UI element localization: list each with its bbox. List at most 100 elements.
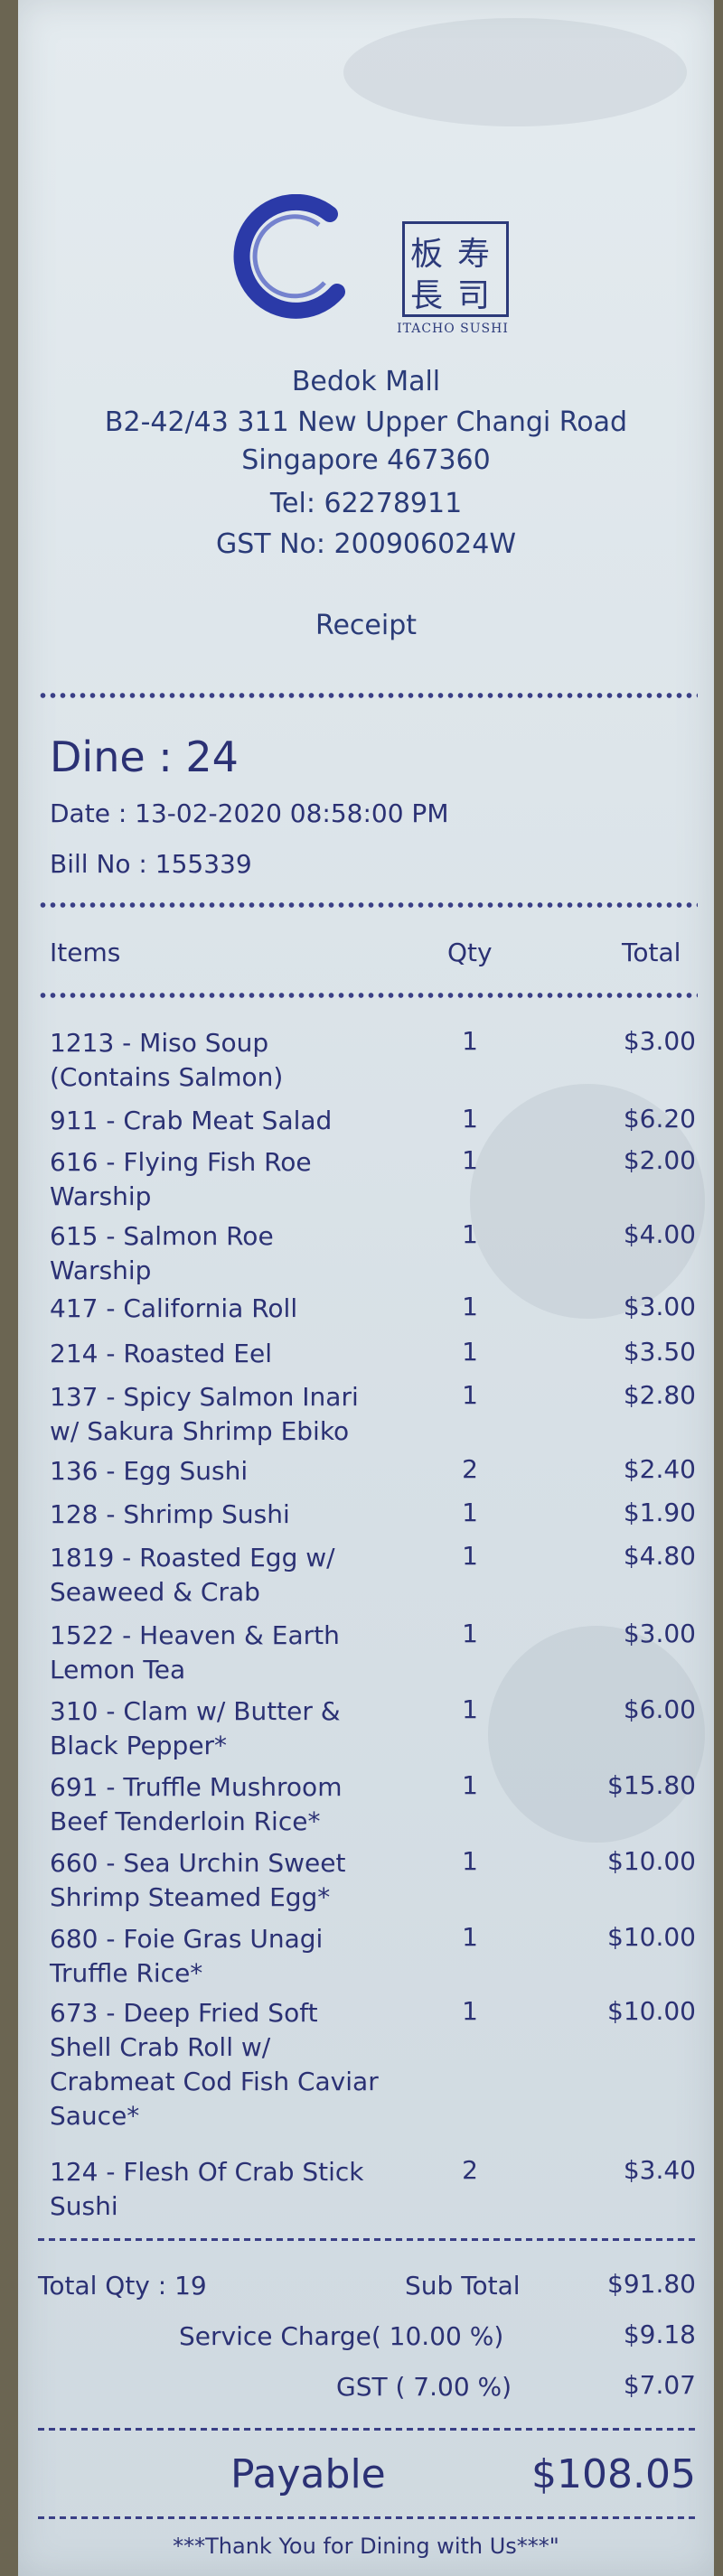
separator bbox=[38, 692, 698, 699]
separator bbox=[38, 992, 698, 999]
subtotal-label: Sub Total bbox=[405, 2271, 521, 2301]
item-qty: 1 bbox=[462, 1292, 478, 1321]
item-description-line: 691 - Truffle Mushroom bbox=[50, 1772, 343, 1802]
item-description: 615 - Salmon Roe Warship bbox=[50, 1219, 429, 1288]
store-tel: Tel: 62278911 bbox=[269, 488, 463, 519]
subtotal-amount: $91.80 bbox=[607, 2269, 696, 2299]
gst-amount: $7.07 bbox=[623, 2370, 696, 2400]
item-qty: 1 bbox=[462, 1145, 478, 1175]
item-description: 1213 - Miso Soup (Contains Salmon) bbox=[50, 1026, 429, 1095]
item-total: $3.00 bbox=[623, 1026, 696, 1056]
brand-kanji: 板 bbox=[410, 236, 444, 273]
brand-kanji: 司 bbox=[457, 277, 491, 314]
item-description-line: w/ Sakura Shrimp Ebiko bbox=[50, 1416, 350, 1446]
total-quantity: Total Qty : 19 bbox=[38, 2271, 207, 2301]
item-description-line: Shell Crab Roll w/ bbox=[50, 2032, 271, 2062]
item-qty: 1 bbox=[462, 1104, 478, 1134]
item-description: 214 - Roasted Eel bbox=[50, 1337, 429, 1371]
item-description-line: Warship bbox=[50, 1255, 152, 1285]
paper-stain bbox=[488, 1626, 705, 1843]
item-description: 1522 - Heaven & Earth Lemon Tea bbox=[50, 1619, 429, 1687]
item-description: 417 - California Roll bbox=[50, 1292, 429, 1326]
item-qty: 1 bbox=[462, 1380, 478, 1410]
separator bbox=[38, 901, 698, 909]
item-total: $10.00 bbox=[607, 1846, 696, 1876]
item-description-line: 1522 - Heaven & Earth bbox=[50, 1620, 340, 1650]
item-description-line: Lemon Tea bbox=[50, 1655, 186, 1685]
footer-thanks: ***Thank You for Dining with Us***" bbox=[173, 2534, 559, 2559]
brand-kanji-stamp: 板 寿 長 司 bbox=[402, 221, 509, 317]
payable-amount: $108.05 bbox=[531, 2451, 696, 2497]
item-description-line: Truffle Rice* bbox=[50, 1958, 203, 1988]
item-total: $6.00 bbox=[623, 1694, 696, 1724]
column-header-items: Items bbox=[50, 938, 121, 967]
item-description-line: Warship bbox=[50, 1181, 152, 1211]
item-description-line: Beef Tenderloin Rice* bbox=[50, 1806, 321, 1836]
separator bbox=[38, 2516, 698, 2519]
item-description-line: Crabmeat Cod Fish Caviar bbox=[50, 2067, 379, 2096]
item-description-line: 615 - Salmon Roe bbox=[50, 1221, 274, 1251]
service-charge-label: Service Charge( 10.00 %) bbox=[179, 2321, 504, 2351]
item-description: 680 - Foie Gras Unagi Truffle Rice* bbox=[50, 1922, 429, 1991]
item-description: 128 - Shrimp Sushi bbox=[50, 1498, 429, 1532]
item-description-line: 137 - Spicy Salmon Inari bbox=[50, 1382, 359, 1412]
item-total: $3.00 bbox=[623, 1292, 696, 1321]
store-gst-number: GST No: 200906024W bbox=[215, 528, 517, 560]
item-total: $2.40 bbox=[623, 1454, 696, 1484]
item-qty: 1 bbox=[462, 1337, 478, 1367]
item-description: 673 - Deep Fried Soft Shell Crab Roll w/C… bbox=[50, 1996, 429, 2133]
item-description: 136 - Egg Sushi bbox=[50, 1454, 429, 1489]
column-header-qty: Qty bbox=[447, 938, 493, 967]
item-description: 660 - Sea Urchin Sweet Shrimp Steamed Egg… bbox=[50, 1846, 429, 1915]
item-total: $2.00 bbox=[623, 1145, 696, 1175]
item-total: $10.00 bbox=[607, 1996, 696, 2026]
item-total: $3.00 bbox=[623, 1619, 696, 1648]
paper-stain bbox=[343, 18, 687, 126]
item-description: 124 - Flesh Of Crab Stick Sushi bbox=[50, 2155, 429, 2224]
bill-number: Bill No : 155339 bbox=[50, 849, 252, 879]
item-qty: 1 bbox=[462, 1770, 478, 1800]
item-total: $4.80 bbox=[623, 1541, 696, 1571]
item-description-line: Black Pepper* bbox=[50, 1731, 228, 1760]
item-description: 1819 - Roasted Egg w/Seaweed & Crab bbox=[50, 1541, 429, 1610]
item-total: $10.00 bbox=[607, 1922, 696, 1952]
brand-name: ITACHO SUSHI bbox=[397, 322, 509, 336]
dine-table: Dine : 24 bbox=[50, 733, 239, 781]
item-description-line: 128 - Shrimp Sushi bbox=[50, 1499, 290, 1529]
receipt-title: Receipt bbox=[315, 610, 418, 641]
item-description-line: 616 - Flying Fish Roe bbox=[50, 1147, 312, 1177]
item-qty: 1 bbox=[462, 1996, 478, 2026]
item-qty: 1 bbox=[462, 1498, 478, 1527]
item-qty: 1 bbox=[462, 1219, 478, 1249]
item-description-line: 1213 - Miso Soup bbox=[50, 1028, 269, 1058]
item-qty: 1 bbox=[462, 1619, 478, 1648]
item-description: 310 - Clam w/ Butter & Black Pepper* bbox=[50, 1694, 429, 1763]
service-charge-amount: $9.18 bbox=[623, 2319, 696, 2349]
item-qty: 1 bbox=[462, 1541, 478, 1571]
item-total: $1.90 bbox=[623, 1498, 696, 1527]
item-description: 691 - Truffle Mushroom Beef Tenderloin Ri… bbox=[50, 1770, 429, 1839]
item-qty: 1 bbox=[462, 1922, 478, 1952]
item-qty: 2 bbox=[462, 2155, 478, 2185]
item-description-line: 214 - Roasted Eel bbox=[50, 1339, 272, 1368]
item-qty: 1 bbox=[462, 1694, 478, 1724]
item-description-line: 417 - California Roll bbox=[50, 1293, 298, 1323]
item-description-line: 673 - Deep Fried Soft bbox=[50, 1998, 318, 2028]
separator bbox=[38, 2428, 698, 2431]
store-address: B2-42/43 311 New Upper Changi Road bbox=[104, 406, 628, 438]
item-description-line: 136 - Egg Sushi bbox=[50, 1456, 249, 1486]
item-qty: 1 bbox=[462, 1026, 478, 1056]
item-description-line: Seaweed & Crab bbox=[50, 1577, 260, 1607]
item-description-line: (Contains Salmon) bbox=[50, 1062, 284, 1092]
item-description: 137 - Spicy Salmon Inari w/ Sakura Shrimp… bbox=[50, 1380, 429, 1449]
item-total: $15.80 bbox=[607, 1770, 696, 1800]
item-qty: 1 bbox=[462, 1846, 478, 1876]
item-description-line: 310 - Clam w/ Butter & bbox=[50, 1696, 341, 1726]
item-total: $6.20 bbox=[623, 1104, 696, 1134]
item-qty: 2 bbox=[462, 1454, 478, 1484]
item-description: 616 - Flying Fish Roe Warship bbox=[50, 1145, 429, 1214]
item-total: $4.00 bbox=[623, 1219, 696, 1249]
item-description-line: 1819 - Roasted Egg w/ bbox=[50, 1543, 335, 1573]
store-city: Singapore 467360 bbox=[241, 444, 491, 476]
item-description-line: Sauce* bbox=[50, 2101, 140, 2131]
